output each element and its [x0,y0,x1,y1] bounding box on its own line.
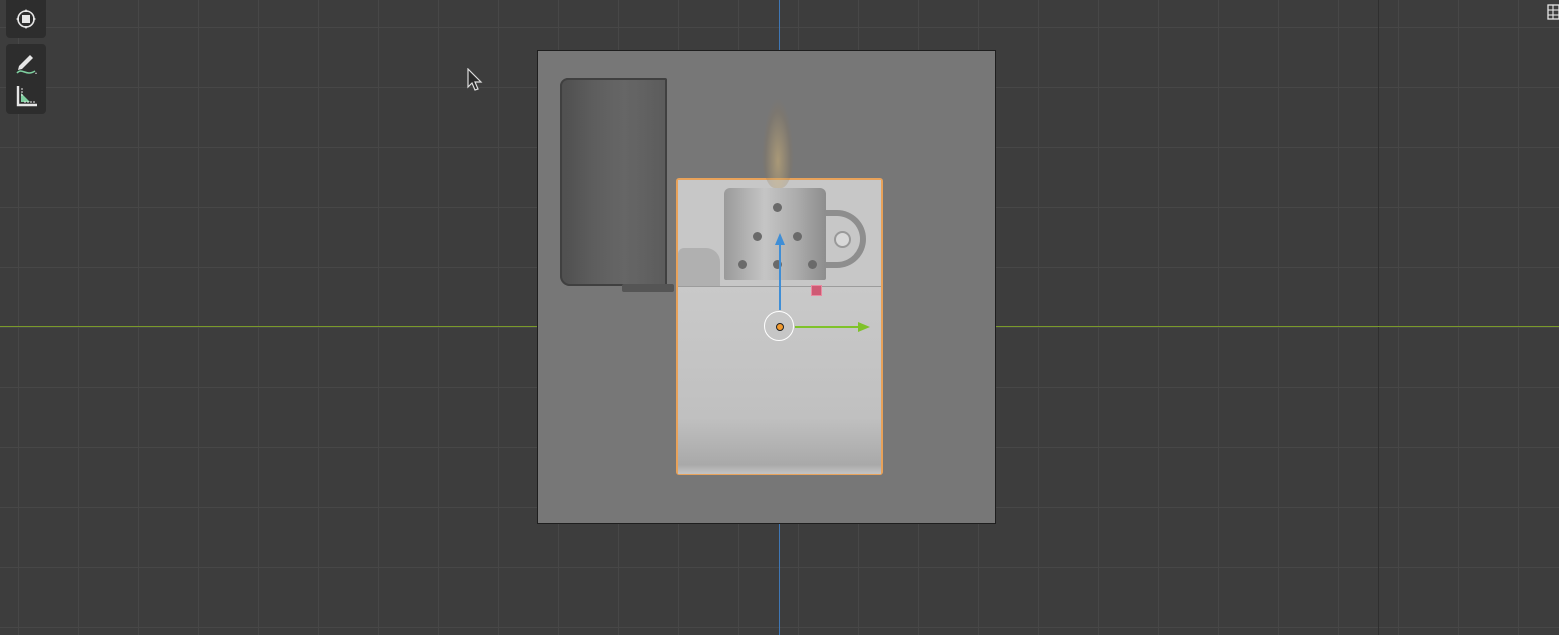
transform-icon [16,9,36,29]
annotate-tool-button[interactable] [8,47,44,79]
annotate-icon [16,55,37,74]
chimney-hole [738,260,747,269]
gizmo-x-axis[interactable] [795,326,859,328]
chimney-hole [808,260,817,269]
toolbar-transform-group [6,0,46,38]
gizmo-plane-handle[interactable] [811,285,822,296]
chimney-hole [753,232,762,241]
corner-grid-icon[interactable] [1547,4,1559,20]
flame-icon [762,98,794,188]
gizmo-z-axis[interactable] [779,244,781,310]
toolbar-annotate-group [6,44,46,114]
gizmo-x-arrow-icon[interactable] [858,322,870,332]
grid-line [1378,0,1379,635]
lighter-hinge [622,284,674,292]
3d-viewport[interactable] [0,0,1559,635]
object-origin-dot [776,323,784,331]
measure-tool-button[interactable] [8,80,44,112]
gizmo-z-arrow-icon[interactable] [775,233,785,245]
lighter-cam [678,248,720,286]
lighter-lid [560,78,667,286]
chimney-hole [773,203,782,212]
mouse-cursor-icon [467,68,483,91]
transform-tool-button[interactable] [8,3,44,35]
chimney-hole [793,232,802,241]
flint-wheel-center [834,231,851,248]
measure-icon [16,86,37,107]
